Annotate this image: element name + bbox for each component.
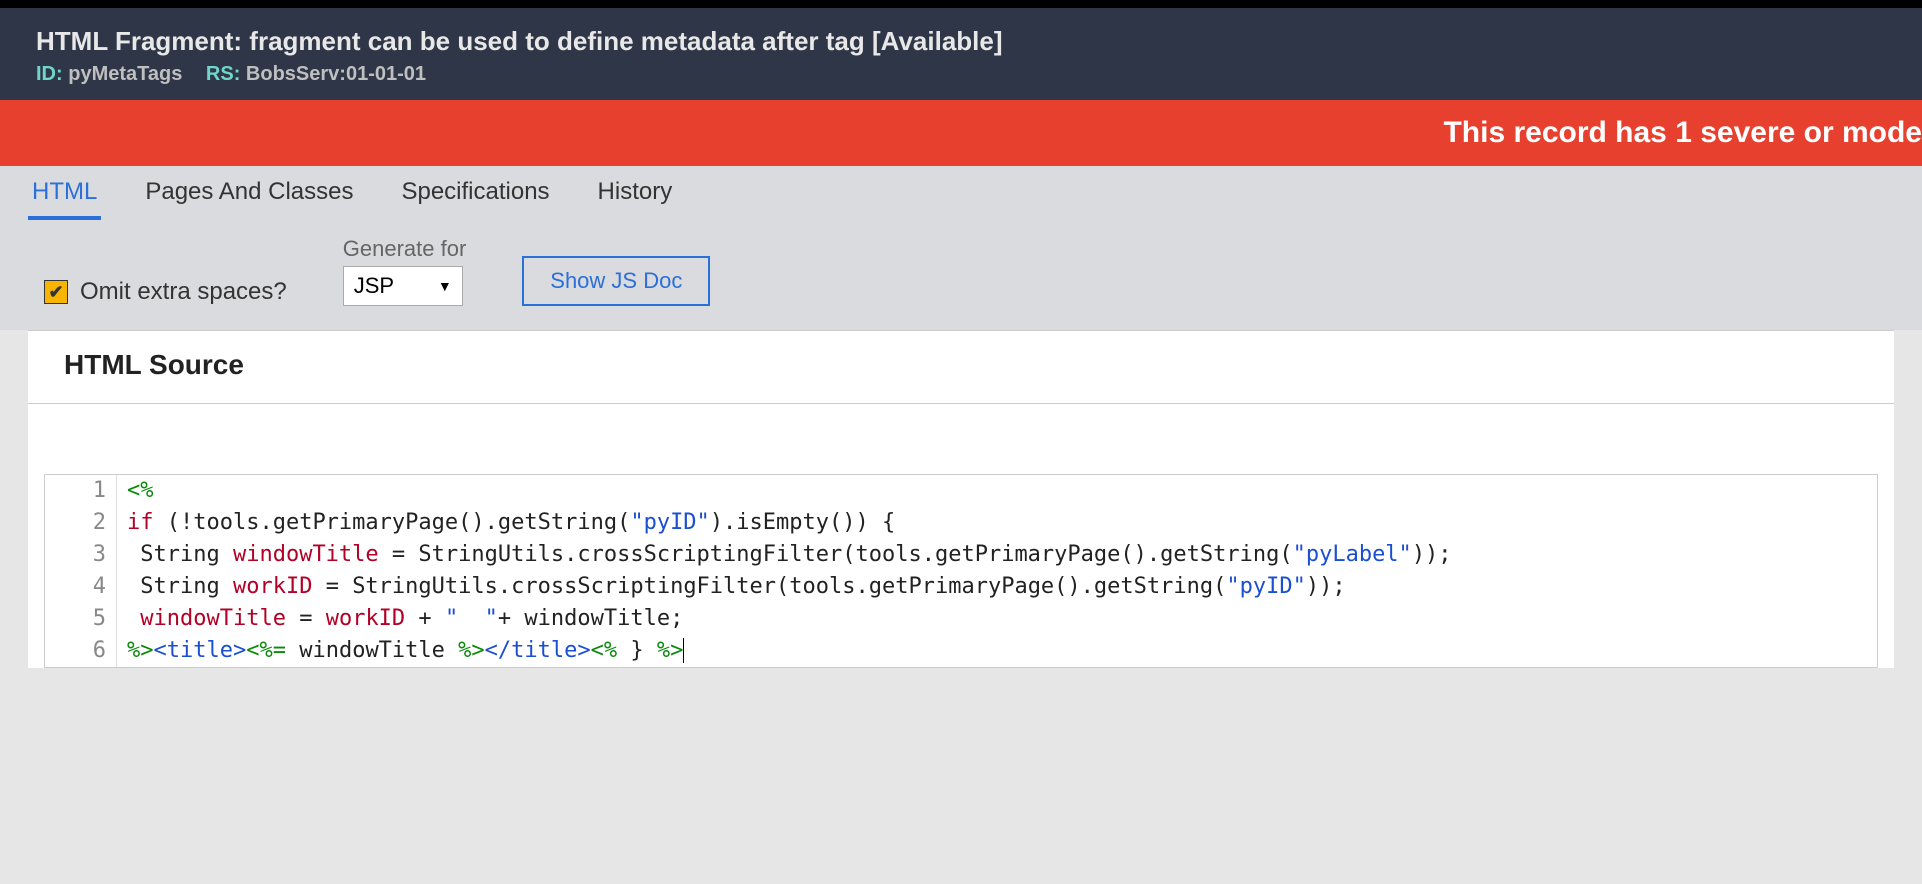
generate-for-group: Generate for JSP ▼ — [343, 236, 467, 306]
tab-bar: HTML Pages And Classes Specifications Histo… — [0, 166, 1922, 222]
code-token: String — [127, 574, 233, 599]
code-token: workID — [233, 574, 312, 599]
code-token: <% — [127, 478, 154, 503]
code-content[interactable]: %><title><%= windowTitle %></title><% } … — [117, 635, 684, 667]
code-token: %> — [458, 638, 485, 663]
code-token: )); — [1306, 574, 1346, 599]
omit-spaces-wrap: ✔ Omit extra spaces? — [44, 278, 287, 306]
controls-row: ✔ Omit extra spaces? Generate for JSP ▼ … — [0, 222, 1922, 330]
code-line: 4 String workID = StringUtils.crossScrip… — [45, 571, 1877, 603]
code-token: " " — [445, 606, 498, 631]
code-editor[interactable]: 1<%2if (!tools.getPrimaryPage().getStrin… — [44, 474, 1878, 668]
alert-banner: This record has 1 severe or mode — [0, 100, 1922, 166]
generate-for-label: Generate for — [343, 236, 467, 262]
tab-history[interactable]: History — [594, 164, 677, 220]
code-token: "pyLabel" — [1293, 542, 1412, 567]
code-token: windowTitle — [233, 542, 379, 567]
code-token: "pyID" — [630, 510, 709, 535]
rs-value: BobsServ:01-01-01 — [246, 63, 426, 85]
line-number: 6 — [45, 635, 117, 667]
omit-spaces-label: Omit extra spaces? — [80, 278, 287, 306]
code-token: ).isEmpty()) { — [710, 510, 895, 535]
code-token: (!tools.getPrimaryPage().getString( — [154, 510, 631, 535]
panel-title: HTML Source — [28, 331, 1894, 403]
code-token: %> — [657, 638, 684, 663]
code-token: = StringUtils.crossScriptingFilter(tools… — [379, 542, 1293, 567]
code-content[interactable]: <% — [117, 475, 154, 507]
panel-divider — [28, 403, 1894, 404]
page-header: HTML Fragment: fragment can be used to d… — [0, 8, 1922, 100]
code-token: windowTitle — [140, 606, 286, 631]
code-token: <% — [591, 638, 618, 663]
line-number: 3 — [45, 539, 117, 571]
code-token: </title> — [485, 638, 591, 663]
code-token: )); — [1412, 542, 1452, 567]
code-token: "pyID" — [1226, 574, 1305, 599]
code-token: = — [286, 606, 326, 631]
code-token: } — [617, 638, 657, 663]
code-token: windowTitle — [286, 638, 458, 663]
code-token: <title> — [154, 638, 247, 663]
header-meta: ID: pyMetaTags RS: BobsServ:01-01-01 — [36, 63, 1886, 86]
top-black-bar — [0, 0, 1922, 8]
code-token: String — [127, 542, 233, 567]
code-token: + — [405, 606, 445, 631]
code-content[interactable]: windowTitle = workID + " "+ windowTitle; — [117, 603, 683, 635]
tab-html[interactable]: HTML — [28, 164, 101, 220]
generate-for-select[interactable]: JSP ▼ — [343, 266, 463, 306]
omit-spaces-checkbox[interactable]: ✔ — [44, 280, 68, 304]
code-token: if — [127, 510, 154, 535]
code-token: %> — [127, 638, 154, 663]
code-token — [127, 606, 140, 631]
page-title: HTML Fragment: fragment can be used to d… — [36, 26, 1886, 57]
line-number: 5 — [45, 603, 117, 635]
line-number: 4 — [45, 571, 117, 603]
generate-for-value: JSP — [354, 273, 394, 299]
tab-specifications[interactable]: Specifications — [397, 164, 553, 220]
code-line: 3 String windowTitle = StringUtils.cross… — [45, 539, 1877, 571]
code-line: 5 windowTitle = workID + " "+ windowTitl… — [45, 603, 1877, 635]
show-js-doc-button[interactable]: Show JS Doc — [522, 256, 710, 306]
rs-label: RS: — [206, 63, 240, 85]
chevron-down-icon: ▼ — [438, 278, 452, 294]
code-token: workID — [326, 606, 405, 631]
code-token: <%= — [246, 638, 286, 663]
line-number: 2 — [45, 507, 117, 539]
tab-pages-and-classes[interactable]: Pages And Classes — [141, 164, 357, 220]
line-number: 1 — [45, 475, 117, 507]
code-line: 2if (!tools.getPrimaryPage().getString("… — [45, 507, 1877, 539]
code-content[interactable]: String workID = StringUtils.crossScripti… — [117, 571, 1346, 603]
id-label: ID: — [36, 63, 63, 85]
code-token: + windowTitle; — [498, 606, 683, 631]
code-content[interactable]: String windowTitle = StringUtils.crossSc… — [117, 539, 1452, 571]
text-cursor — [683, 638, 684, 663]
code-token: = StringUtils.crossScriptingFilter(tools… — [312, 574, 1226, 599]
code-line: 6%><title><%= windowTitle %></title><% }… — [45, 635, 1877, 667]
html-source-panel: HTML Source 1<%2if (!tools.getPrimaryPag… — [28, 330, 1894, 668]
code-line: 1 <% — [45, 475, 1877, 507]
code-content[interactable]: if (!tools.getPrimaryPage().getString("p… — [117, 507, 895, 539]
id-value: pyMetaTags — [68, 63, 182, 85]
